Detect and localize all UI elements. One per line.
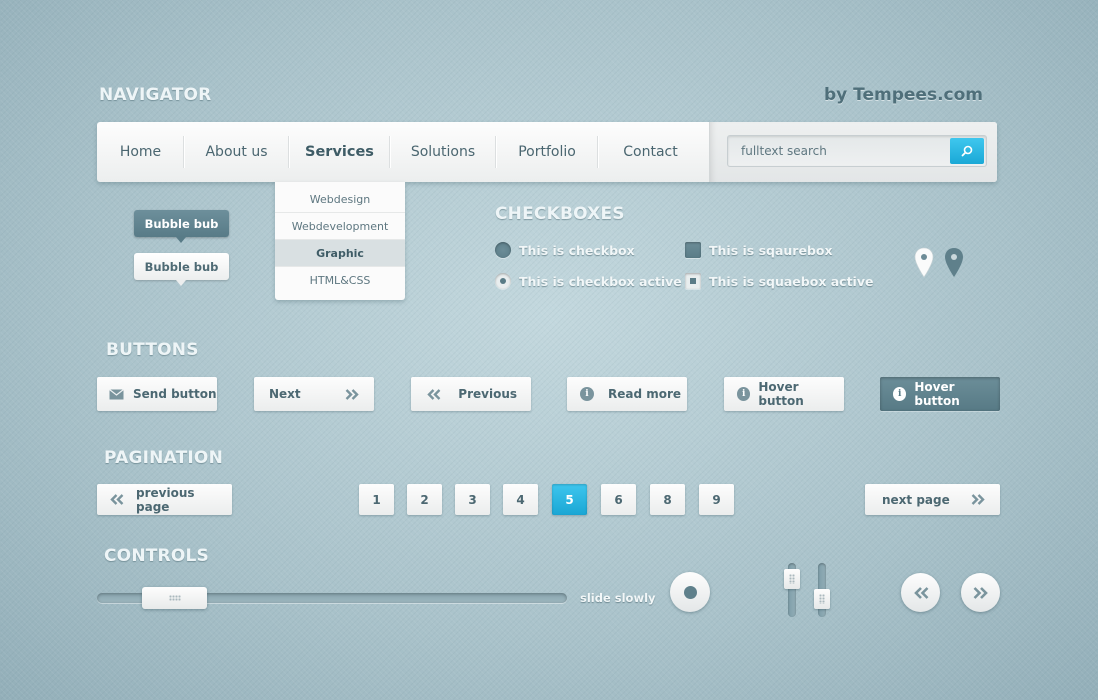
nav-item-contact[interactable]: Contact [598,122,703,182]
send-button-label: Send button [133,387,217,401]
double-chevron-left-icon [426,388,441,400]
square-label: This is sqaurebox [709,242,833,258]
square-box-active[interactable] [685,273,701,289]
dropdown-item-webdevelopment[interactable]: Webdevelopment [275,213,405,240]
map-pin-white-icon [914,247,934,278]
bubble-dark-label: Bubble bub [144,216,219,231]
search-input[interactable] [728,136,948,166]
radio-checkbox[interactable]: This is checkbox [495,242,635,258]
next-page-label: next page [882,492,950,507]
bubble-tail [176,237,186,243]
info-icon: i [737,387,751,401]
previous-button[interactable]: Previous [411,377,531,411]
page-2[interactable]: 2 [407,484,442,515]
next-page-button[interactable]: next page [865,484,1000,515]
grip-icon [168,595,181,601]
double-chevron-right-icon [973,586,988,599]
radio-active-label: This is checkbox active [519,273,682,289]
radio-label: This is checkbox [519,242,635,258]
square-active-label: This is squaebox active [709,273,874,289]
square-checkbox[interactable]: This is sqaurebox [685,242,833,258]
main-navbar: Home About us Services Solutions Portfol… [97,122,997,182]
checkboxes-title: CHECKBOXES [495,204,625,224]
read-more-label: Read more [608,387,682,401]
nav-item-portfolio[interactable]: Portfolio [496,122,598,182]
navigator-title: NAVIGATOR [99,85,212,105]
info-icon: i [580,387,594,401]
controls-title: CONTROLS [104,546,209,566]
nav-item-home[interactable]: Home [97,122,184,182]
radio-knob[interactable] [670,572,710,612]
previous-button-label: Previous [458,387,517,401]
pagination-title: PAGINATION [104,448,223,468]
bubble-tooltip-dark: Bubble bub [134,210,229,243]
bubble-tail [176,280,186,286]
page-3[interactable]: 3 [455,484,490,515]
radio-circle[interactable] [495,242,511,258]
send-button[interactable]: Send button [97,377,217,411]
search-area [709,122,997,182]
page-4[interactable]: 4 [503,484,538,515]
horizontal-slider-handle[interactable] [142,587,207,609]
vertical-slider-handle-1[interactable] [784,569,800,589]
dropdown-item-graphic[interactable]: Graphic [275,240,405,267]
double-chevron-right-icon [345,388,360,400]
map-pin-dark-icon [945,248,963,277]
services-dropdown: Webdesign Webdevelopment Graphic HTML&CS… [275,182,405,300]
search-icon [961,145,973,157]
grip-icon [819,594,825,604]
previous-page-button[interactable]: previous page [97,484,232,515]
square-checkbox-active[interactable]: This is squaebox active [685,273,873,289]
page-9[interactable]: 9 [699,484,734,515]
search-button[interactable] [950,138,984,164]
page-1[interactable]: 1 [359,484,394,515]
radio-circle-active[interactable] [495,273,511,289]
read-more-button[interactable]: i Read more [567,377,687,411]
envelope-icon [109,388,124,400]
grip-icon [789,574,795,584]
nav-item-solutions[interactable]: Solutions [390,122,496,182]
double-chevron-left-icon [109,494,124,505]
brand-credit: by Tempees.com [823,85,983,105]
nav-item-services[interactable]: Services [289,122,390,182]
page-8[interactable]: 8 [650,484,685,515]
dropdown-item-webdesign[interactable]: Webdesign [275,182,405,213]
radio-checkbox-active[interactable]: This is checkbox active [495,273,682,289]
info-icon: i [893,387,907,401]
double-chevron-left-icon [913,586,928,599]
hover-button-active[interactable]: i Hover button [880,377,1000,411]
previous-page-label: previous page [136,485,195,514]
slider-label: slide slowly [580,591,656,605]
double-chevron-right-icon [971,494,986,505]
hover-button-active-label: Hover button [914,380,960,408]
bubble-light-label: Bubble bub [144,259,219,274]
dropdown-item-htmlcss[interactable]: HTML&CSS [275,267,405,294]
buttons-title: BUTTONS [106,340,199,360]
next-button[interactable]: Next [254,377,374,411]
rewind-button[interactable] [901,573,940,612]
search-box [727,135,987,167]
forward-button[interactable] [961,573,1000,612]
hover-button-label: Hover button [758,380,804,408]
nav-item-about[interactable]: About us [184,122,289,182]
hover-button[interactable]: i Hover button [724,377,844,411]
page-5-current[interactable]: 5 [552,484,587,515]
vertical-slider-handle-2[interactable] [814,589,830,609]
page-6[interactable]: 6 [601,484,636,515]
next-button-label: Next [269,387,301,401]
bubble-tooltip-light: Bubble bub [134,253,229,286]
square-box[interactable] [685,242,701,258]
